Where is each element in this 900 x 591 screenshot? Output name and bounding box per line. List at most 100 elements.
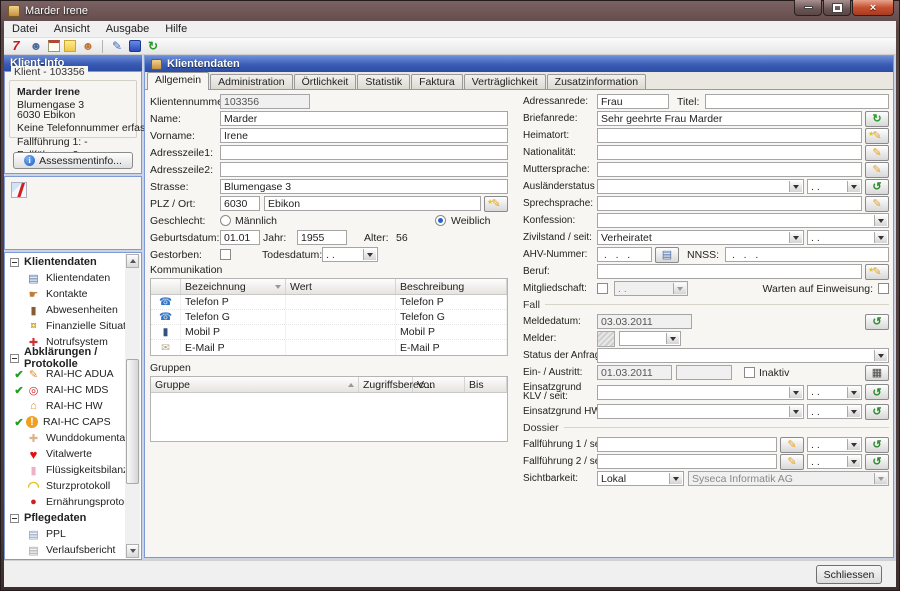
- refresh-icon[interactable]: ↻: [145, 39, 161, 53]
- scrollbar-thumb[interactable]: [126, 359, 139, 484]
- gruppen-empty-body[interactable]: [151, 393, 507, 441]
- collapse-icon[interactable]: [10, 258, 19, 267]
- muttersprache-edit-button[interactable]: ✎: [865, 162, 889, 178]
- menu-hilfe[interactable]: Hilfe: [157, 21, 195, 37]
- status-anfrage-dropdown[interactable]: [597, 348, 889, 363]
- auslaenderstatus-seit-dropdown[interactable]: . .: [807, 179, 862, 194]
- ort-lookup-button[interactable]: ★ ✎: [484, 196, 508, 212]
- fallfuehrung1-seit-dropdown[interactable]: . .: [807, 437, 862, 452]
- tree-item-rai-hc-mds[interactable]: ✔ ◎ RAI-HC MDS: [6, 382, 125, 398]
- icon-column-header[interactable]: [151, 279, 181, 294]
- note-icon[interactable]: [64, 40, 76, 52]
- dropdown-arrow-icon[interactable]: [789, 387, 802, 398]
- tab-statistik[interactable]: Statistik: [357, 74, 410, 89]
- fallfuehrung2-history-button[interactable]: ↺: [865, 454, 889, 470]
- table-row[interactable]: ☎ Telefon P Telefon P: [151, 295, 507, 310]
- tab-allgemein[interactable]: Allgemein: [147, 72, 209, 90]
- dropdown-arrow-icon[interactable]: [789, 406, 802, 417]
- ahv-nummer-field[interactable]: [597, 247, 652, 262]
- auslaenderstatus-history-button[interactable]: ↺: [865, 179, 889, 195]
- nnss-field[interactable]: [725, 247, 889, 262]
- heimatort-lookup-button[interactable]: ★ ✎: [865, 128, 889, 144]
- adresszeile2-field[interactable]: [220, 162, 508, 177]
- tab-vertraeglichkeit[interactable]: Verträglichkeit: [464, 74, 546, 89]
- beschreibung-column-header[interactable]: Beschreibung: [396, 279, 507, 294]
- geburtsdatum-field[interactable]: [220, 230, 260, 245]
- gruppe-column-header[interactable]: Gruppe: [151, 377, 359, 392]
- ort-field[interactable]: [264, 196, 481, 211]
- logo-icon[interactable]: 7: [8, 39, 24, 53]
- schliessen-button[interactable]: Schliessen: [816, 565, 882, 584]
- maximize-button[interactable]: [823, 0, 851, 16]
- nationalitaet-field[interactable]: [597, 145, 862, 160]
- tab-faktura[interactable]: Faktura: [411, 74, 463, 89]
- beruf-lookup-button[interactable]: ★ ✎: [865, 264, 889, 280]
- jahr-field[interactable]: [297, 230, 347, 245]
- inaktiv-checkbox[interactable]: [744, 367, 755, 378]
- menu-datei[interactable]: Datei: [4, 21, 46, 37]
- tree-item-rai-hc-adua[interactable]: ✔ ✎ RAI-HC ADUA: [6, 366, 125, 382]
- tree-item-verlaufsbericht[interactable]: ▤ Verlaufsbericht: [6, 542, 125, 558]
- konfession-dropdown[interactable]: [597, 213, 889, 228]
- fallfuehrung2-field[interactable]: [597, 454, 777, 469]
- save-icon[interactable]: [129, 40, 141, 52]
- plz-field[interactable]: [220, 196, 260, 211]
- sprechsprache-field[interactable]: [597, 196, 862, 211]
- tree-scrollbar[interactable]: [125, 254, 140, 558]
- heimatort-field[interactable]: [597, 128, 862, 143]
- tree-item-fluessigkeitsbilanz[interactable]: ▮ Flüssigkeitsbilanz: [6, 462, 125, 478]
- tree-item-ernaehrungsprotokoll[interactable]: ● Ernährungsprotokoll: [6, 494, 125, 510]
- meldedatum-history-button[interactable]: ↺: [865, 314, 889, 330]
- einsatzgrund-hw-seit-dropdown[interactable]: . .: [807, 404, 862, 419]
- warten-einweisung-checkbox[interactable]: [878, 283, 889, 294]
- weiblich-radio[interactable]: [435, 215, 446, 226]
- tree-item-rai-hc-hw[interactable]: ⌂ RAI-HC HW: [6, 398, 125, 414]
- collapse-icon[interactable]: [10, 354, 19, 363]
- adressanrede-field[interactable]: [597, 94, 669, 109]
- close-window-button[interactable]: ×: [852, 0, 894, 16]
- fallfuehrung1-history-button[interactable]: ↺: [865, 437, 889, 453]
- titlebar[interactable]: Marder Irene ×: [0, 0, 900, 21]
- beruf-field[interactable]: [597, 264, 862, 279]
- contacts-icon[interactable]: ☻: [80, 39, 96, 53]
- tree-item-abwesenheiten[interactable]: ▮ Abwesenheiten: [6, 302, 125, 318]
- bezeichnung-column-header[interactable]: Bezeichnung: [181, 279, 286, 294]
- fallfuehrung2-seit-dropdown[interactable]: . .: [807, 454, 862, 469]
- scroll-down-icon[interactable]: [126, 544, 139, 558]
- einsatzgrund-hw-history-button[interactable]: ↺: [865, 404, 889, 420]
- titel-field[interactable]: [705, 94, 889, 109]
- sichtbarkeit-dropdown[interactable]: Lokal: [597, 471, 684, 486]
- dropdown-arrow-icon[interactable]: [847, 406, 860, 417]
- melder-dropdown[interactable]: [619, 331, 681, 346]
- tree-section-pflegedaten[interactable]: Pflegedaten: [6, 510, 125, 526]
- dropdown-arrow-icon[interactable]: [363, 249, 376, 260]
- tab-zusatzinformation[interactable]: Zusatzinformation: [547, 74, 646, 89]
- calendar-edit-icon[interactable]: [48, 40, 60, 52]
- sprechsprache-edit-button[interactable]: ✎: [865, 196, 889, 212]
- bis-column-header[interactable]: Bis: [465, 377, 507, 392]
- adresszeile1-field[interactable]: [220, 145, 508, 160]
- tree-item-vitalwerte[interactable]: ♥ Vitalwerte: [6, 446, 125, 462]
- dropdown-arrow-icon[interactable]: [789, 181, 802, 192]
- fallfuehrung2-edit-button[interactable]: ✎: [780, 454, 804, 470]
- dropdown-arrow-icon[interactable]: [874, 350, 887, 361]
- ahv-lookup-button[interactable]: ▤: [655, 247, 679, 263]
- collapse-icon[interactable]: [10, 514, 19, 523]
- dropdown-arrow-icon[interactable]: [847, 439, 860, 450]
- zivilstand-dropdown[interactable]: Verheiratet: [597, 230, 804, 245]
- dropdown-arrow-icon[interactable]: [669, 473, 682, 484]
- gestorben-checkbox[interactable]: [220, 249, 231, 260]
- menu-ansicht[interactable]: Ansicht: [46, 21, 98, 37]
- client-icon[interactable]: ☻: [28, 39, 44, 53]
- name-field[interactable]: [220, 111, 508, 126]
- fallfuehrung1-field[interactable]: [597, 437, 777, 452]
- dropdown-arrow-icon[interactable]: [847, 181, 860, 192]
- briefanrede-refresh-button[interactable]: ↻: [865, 111, 889, 127]
- zivilstand-seit-dropdown[interactable]: . .: [807, 230, 889, 245]
- zugriff-column-header[interactable]: Zugriffsberec...: [359, 377, 413, 392]
- tree-item-sturzprotokoll[interactable]: ◠ Sturzprotokoll: [6, 478, 125, 494]
- assessmentinfo-button[interactable]: i Assessmentinfo...: [13, 152, 133, 169]
- tree-section-abklaerungen[interactable]: Abklärungen / Protokolle: [6, 350, 125, 366]
- organisation-button[interactable]: ▦: [865, 365, 889, 381]
- minimize-button[interactable]: [794, 0, 822, 16]
